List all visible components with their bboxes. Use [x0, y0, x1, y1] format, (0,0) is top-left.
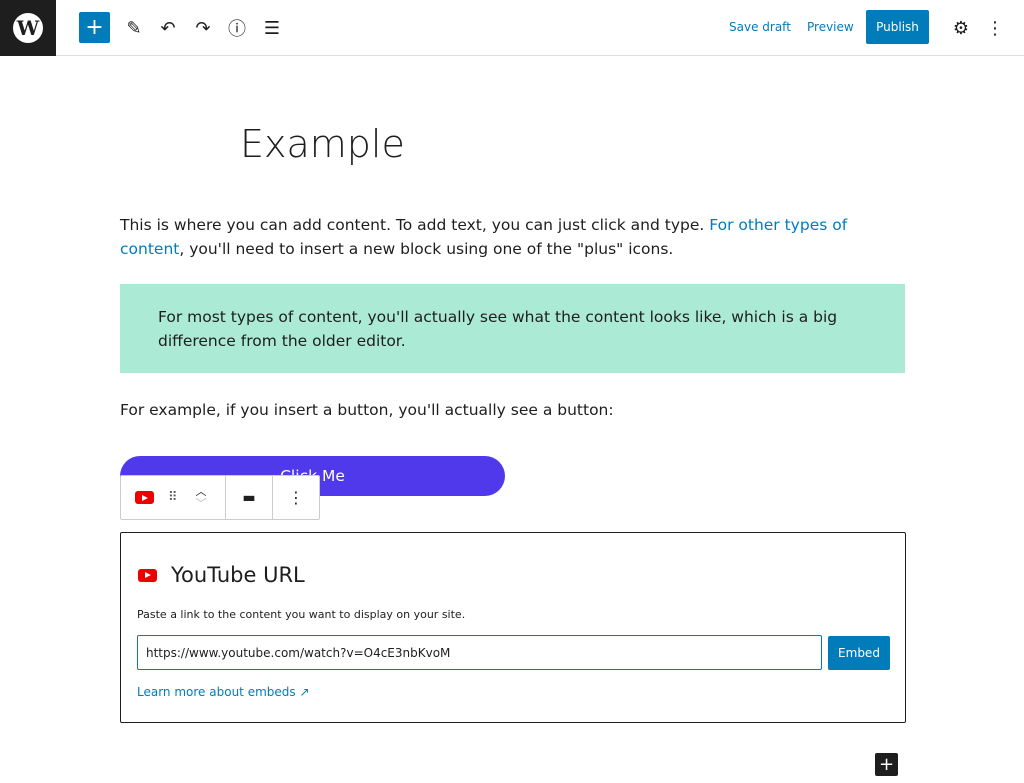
youtube-icon: [138, 568, 157, 582]
wordpress-icon: W: [13, 13, 43, 43]
embed-description: Paste a link to the content you want to …: [137, 608, 466, 621]
move-down-icon[interactable]: ﹀: [196, 497, 207, 510]
embed-title: YouTube URL: [171, 563, 305, 587]
gear-icon[interactable]: ⚙: [947, 14, 975, 42]
align-icon[interactable]: ▬: [242, 490, 255, 506]
external-link-icon: ↗: [299, 685, 310, 699]
add-block-button[interactable]: +: [79, 12, 110, 43]
top-toolbar: W + ✎ ↶ ↷ ⓘ ☰ Save draft Preview Publish…: [0, 0, 1024, 56]
move-up-icon[interactable]: ︿: [196, 485, 207, 498]
pencil-icon[interactable]: ✎: [120, 14, 148, 42]
block-toolbar: ⠿ ︿ ﹀ ▬ ⋮: [120, 475, 320, 520]
paragraph-text: , you'll need to insert a new block usin…: [179, 240, 674, 258]
undo-icon[interactable]: ↶: [154, 14, 182, 42]
more-options-icon[interactable]: ⋮: [981, 14, 1009, 42]
embed-button[interactable]: Embed: [828, 636, 890, 670]
info-icon[interactable]: ⓘ: [223, 14, 251, 42]
paragraph-text: This is where you can add content. To ad…: [120, 216, 710, 234]
add-block-icon[interactable]: +: [875, 753, 898, 776]
save-draft-button[interactable]: Save draft: [729, 20, 791, 34]
paragraph-block[interactable]: For example, if you insert a button, you…: [120, 398, 910, 422]
highlight-block[interactable]: For most types of content, you'll actual…: [120, 284, 905, 373]
paragraph-block[interactable]: This is where you can add content. To ad…: [120, 213, 910, 261]
learn-more-text: Learn more about embeds: [137, 685, 296, 699]
list-view-icon[interactable]: ☰: [258, 14, 286, 42]
wordpress-logo-button[interactable]: W: [0, 0, 56, 56]
more-options-icon[interactable]: ⋮: [288, 488, 304, 507]
embed-url-input[interactable]: [137, 635, 822, 670]
redo-icon[interactable]: ↷: [189, 14, 217, 42]
drag-handle-icon[interactable]: ⠿: [168, 490, 178, 505]
youtube-icon[interactable]: [135, 491, 154, 504]
preview-button[interactable]: Preview: [807, 20, 854, 34]
youtube-embed-block: YouTube URL Paste a link to the content …: [120, 532, 906, 723]
learn-more-link[interactable]: Learn more about embeds ↗: [137, 685, 310, 699]
post-title[interactable]: Example: [240, 122, 405, 166]
publish-button[interactable]: Publish: [866, 10, 929, 44]
